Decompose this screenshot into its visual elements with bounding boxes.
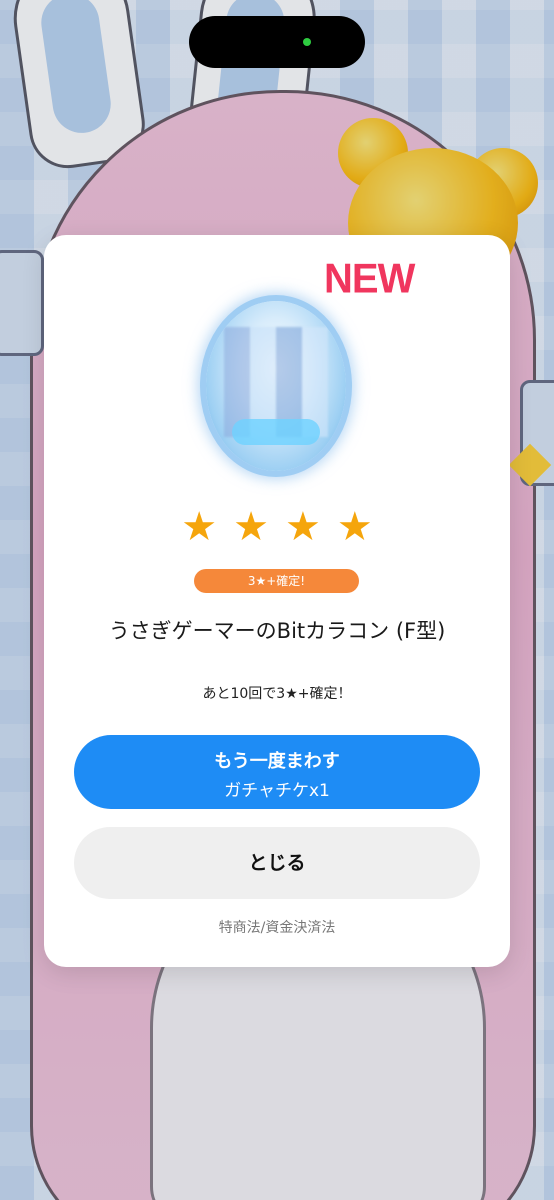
spin-again-button[interactable]: もう一度まわす ガチャチケx1	[74, 735, 480, 809]
star-icon: ★	[233, 504, 269, 550]
star-icon: ★	[181, 504, 218, 550]
star-icon: ★	[285, 504, 321, 550]
item-name: うさぎゲーマーのBitカラコン (F型)	[108, 619, 446, 643]
new-badge: NEW	[324, 255, 415, 303]
spin-again-label: もう一度まわす	[214, 751, 340, 772]
pity-counter-note: あと10回で3★+確定！	[202, 686, 352, 702]
dynamic-island	[189, 16, 365, 68]
gacha-result-modal: NEW ★ ★ ★ ★ 3★+確定! うさぎゲーマーのBitカラコン (F型) …	[44, 235, 510, 967]
spin-again-cost: ガチャチケx1	[224, 781, 330, 801]
legal-notice-link[interactable]: 特商法/資金決済法	[44, 917, 510, 937]
guarantee-badge: 3★+確定!	[194, 569, 359, 593]
star-icon: ★	[336, 504, 373, 550]
close-button[interactable]: とじる	[74, 827, 480, 899]
item-image	[206, 301, 346, 471]
camera-indicator-dot	[303, 38, 311, 46]
rarity-stars: ★ ★ ★ ★	[44, 503, 510, 551]
